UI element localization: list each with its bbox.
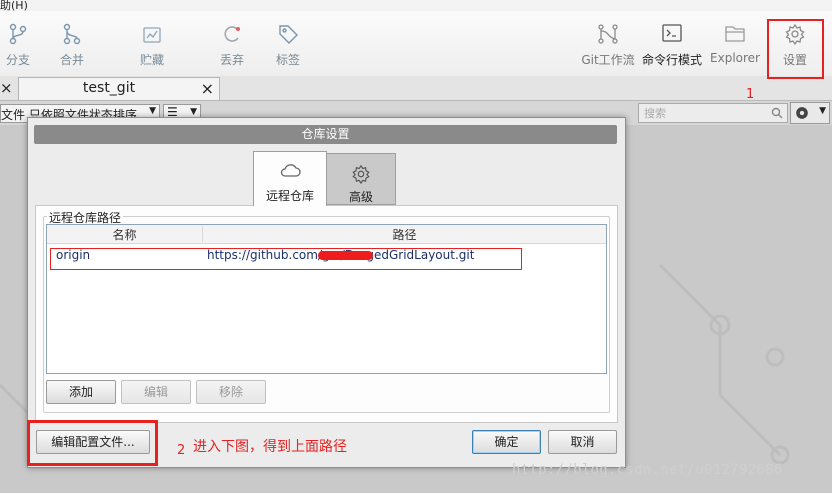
tag-icon <box>279 25 298 44</box>
menu-bar: 助(H) <box>0 0 832 11</box>
search-input[interactable]: 搜索 <box>638 103 788 123</box>
merge-icon <box>63 23 81 45</box>
remotes-table: 名称 路径 origin https://github.com/g e/Drag… <box>46 224 607 374</box>
add-remote-button[interactable]: 添加 <box>46 380 116 404</box>
column-header-path[interactable]: 路径 <box>203 226 606 243</box>
explorer-button[interactable]: Explorer <box>708 11 762 76</box>
dialog-title: 仓库设置 <box>34 125 617 144</box>
close-tab-icon[interactable]: × <box>201 79 214 98</box>
branch-icon <box>9 23 27 45</box>
git-flow-button[interactable]: Git工作流 <box>579 11 637 76</box>
annotation-marker-2: 2 <box>177 443 186 458</box>
dropdown-arrow-icon: ▼ <box>819 106 826 116</box>
close-icon[interactable]: × <box>0 79 13 97</box>
help-menu[interactable]: 助(H) <box>0 0 28 11</box>
folder-icon <box>725 26 745 42</box>
settings-highlight-box <box>767 19 824 79</box>
remotes-panel: 远程仓库路径 名称 路径 origin https://github.com/g… <box>35 205 618 423</box>
toolbar: 分支 合并 贮藏 丢弃 标签 Git工作流 命令行模式 Explorer 设置 <box>0 11 832 77</box>
discard-button[interactable]: 丢弃 <box>214 11 250 76</box>
column-header-name[interactable]: 名称 <box>47 226 203 242</box>
remote-row-highlight-box <box>50 248 522 270</box>
gear-icon <box>796 107 808 119</box>
edit-config-highlight-box <box>27 420 158 466</box>
remote-paths-group: 远程仓库路径 名称 路径 origin https://github.com/g… <box>43 209 610 413</box>
git-flow-icon <box>598 24 618 44</box>
merge-button[interactable]: 合并 <box>54 11 90 76</box>
cancel-button[interactable]: 取消 <box>548 430 617 454</box>
remove-remote-button[interactable]: 移除 <box>196 380 266 404</box>
stash-icon <box>143 27 161 43</box>
annotation-marker-1: 1 <box>746 87 755 102</box>
terminal-button[interactable]: 命令行模式 <box>640 11 704 76</box>
dropdown-arrow-icon: ▼ <box>190 107 197 117</box>
repository-settings-dialog: 仓库设置 远程仓库 高级 远程仓库路径 名称 路径 origin https:/… <box>27 117 626 468</box>
discard-icon <box>224 26 240 42</box>
table-header: 名称 路径 <box>47 225 606 244</box>
gear-icon <box>352 164 370 184</box>
tab-remotes[interactable]: 远程仓库 <box>253 151 327 206</box>
ok-button[interactable]: 确定 <box>472 430 541 454</box>
dropdown-arrow-icon: ▼ <box>149 106 156 116</box>
branch-button[interactable]: 分支 <box>0 11 36 76</box>
tab-test-git[interactable]: test_git × <box>18 77 220 100</box>
watermark: http://blog.csdn.net/u012792686 <box>512 462 783 478</box>
stash-button[interactable]: 贮藏 <box>134 11 170 76</box>
cloud-icon <box>280 164 301 177</box>
tab-strip: × test_git × <box>0 76 832 101</box>
terminal-icon <box>662 24 682 42</box>
search-icon <box>771 107 783 119</box>
options-gear-button[interactable]: ▼ <box>790 102 830 124</box>
tag-button[interactable]: 标签 <box>270 11 306 76</box>
edit-remote-button[interactable]: 编辑 <box>121 380 191 404</box>
tab-advanced[interactable]: 高级 <box>326 153 396 205</box>
annotation-note: 进入下图，得到上面路径 <box>193 439 347 455</box>
